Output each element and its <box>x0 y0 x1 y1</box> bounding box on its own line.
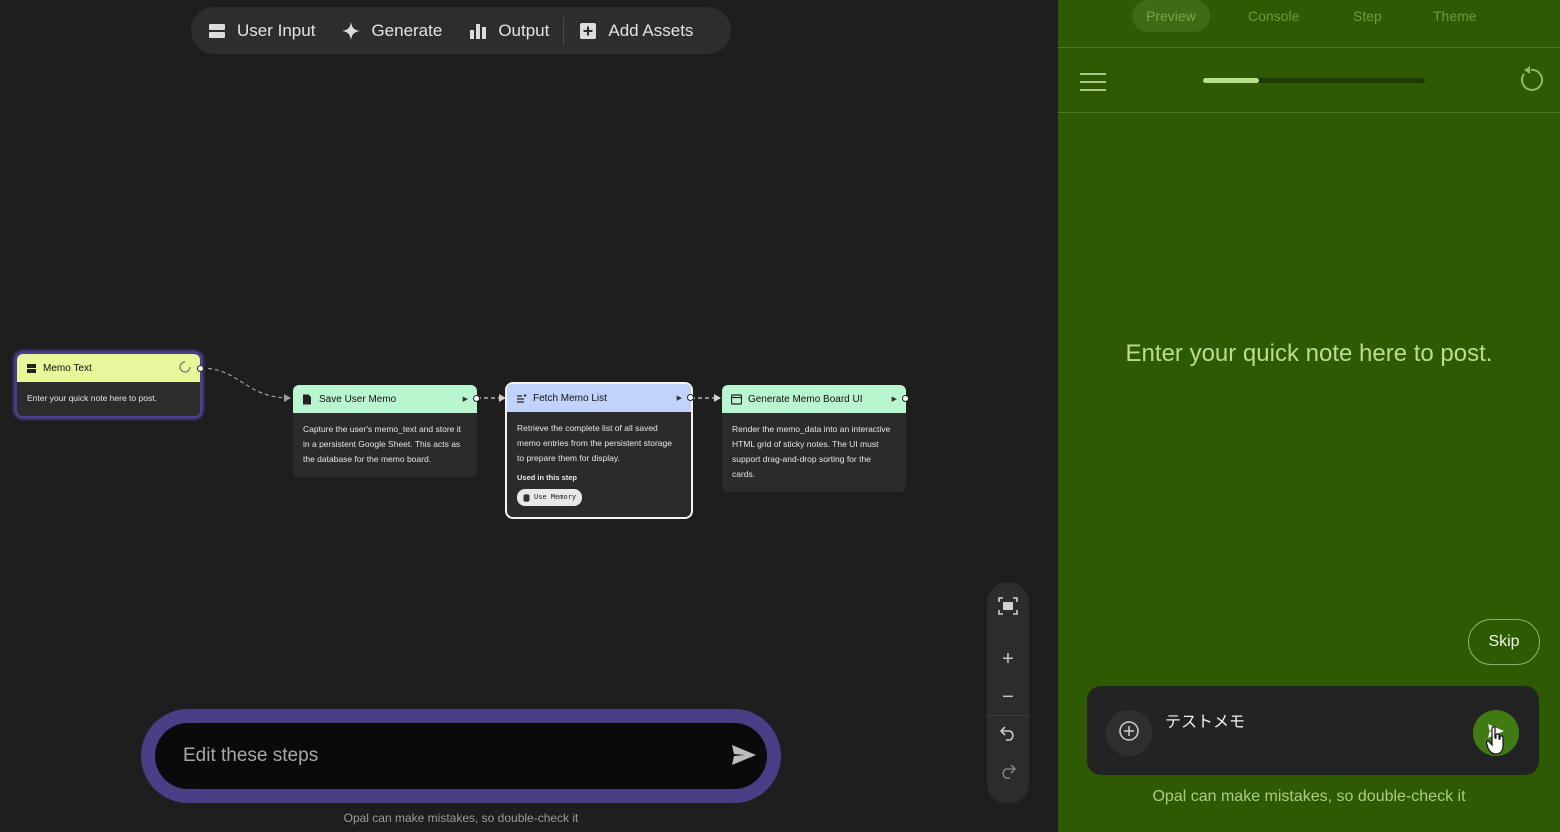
chip-label: Use Memory <box>534 493 577 501</box>
prompt-send-button[interactable] <box>729 742 759 772</box>
node-fetch-memo-list[interactable]: Fetch Memo List ▶ Retrieve the complete … <box>505 382 694 519</box>
send-icon <box>1487 723 1505 744</box>
output-port[interactable] <box>687 394 694 401</box>
document-icon <box>302 394 313 405</box>
tab-preview[interactable]: Preview <box>1132 0 1210 32</box>
database-icon <box>523 493 530 502</box>
step-question: Enter your quick note here to post. <box>1125 340 1493 367</box>
zoom-out-button[interactable]: − <box>987 682 1029 712</box>
zoom-out-icon: − <box>1002 685 1014 708</box>
add-assets-label: Add Assets <box>608 20 694 40</box>
run-step-icon[interactable]: ▶ <box>677 394 682 402</box>
redo-icon <box>999 762 1017 785</box>
node-header: Fetch Memo List ▶ <box>507 384 691 412</box>
output-icon <box>468 21 488 41</box>
chat-input-box <box>1087 686 1539 775</box>
canvas-toolbar: User Input Generate Output Add Assets <box>191 7 731 54</box>
restart-button[interactable] <box>1516 65 1546 95</box>
menu-button[interactable] <box>1080 67 1108 95</box>
redo-button[interactable] <box>987 758 1029 788</box>
add-circle-icon <box>1118 720 1140 747</box>
node-body: Enter your quick note here to post. <box>27 393 157 403</box>
zoom-in-icon: + <box>1002 647 1014 670</box>
skip-button[interactable]: Skip <box>1468 619 1540 665</box>
toolbar-divider <box>563 16 565 45</box>
node-header: Memo Text <box>17 354 200 382</box>
node-description: Retrieve the complete list of all saved … <box>517 423 672 463</box>
loading-spinner-icon <box>179 360 191 376</box>
workflow-canvas[interactable]: User Input Generate Output Add Assets Me… <box>0 0 1058 832</box>
generate-label: Generate <box>371 20 443 40</box>
zoom-in-button[interactable]: + <box>987 644 1029 674</box>
run-step-icon[interactable]: ▶ <box>463 395 468 403</box>
tab-step[interactable]: Step <box>1339 0 1396 32</box>
menu-icon <box>1080 73 1106 75</box>
web-page-icon <box>731 393 742 405</box>
used-in-step-label: Used in this step <box>517 473 578 482</box>
node-generate-memo-board-ui[interactable]: Generate Memo Board UI ▶ Render the memo… <box>722 385 909 492</box>
disclaimer-text: Opal can make mistakes, so double-check … <box>1152 788 1466 805</box>
tab-console[interactable]: Console <box>1234 0 1313 32</box>
sparkle-icon <box>341 21 361 41</box>
prompt-field-container <box>155 723 767 789</box>
add-assets-button[interactable]: Add Assets <box>578 7 693 54</box>
generate-button[interactable]: Generate <box>341 7 442 54</box>
list-sparkle-icon <box>516 393 527 404</box>
node-title: Memo Text <box>43 362 92 374</box>
output-button[interactable]: Output <box>468 7 549 54</box>
preview-panel: Preview Console Step Theme Enter your qu… <box>1058 0 1560 832</box>
chat-send-button[interactable] <box>1473 710 1519 756</box>
node-memo-text[interactable]: Memo Text Enter your quick note here to … <box>17 354 204 416</box>
output-port[interactable] <box>197 365 204 372</box>
node-title: Fetch Memo List <box>533 392 607 404</box>
node-body: Render the memo_data into an interactive… <box>732 424 891 479</box>
node-header: Generate Memo Board UI ▶ <box>722 385 906 413</box>
node-body: Retrieve the complete list of all saved … <box>507 412 691 516</box>
user-input-label: User Input <box>237 20 316 40</box>
use-memory-chip[interactable]: Use Memory <box>517 489 583 506</box>
chat-input[interactable] <box>1165 708 1465 732</box>
zoom-controls: + − <box>987 582 1029 804</box>
node-header: Save User Memo ▶ <box>293 385 477 413</box>
run-step-icon[interactable]: ▶ <box>892 395 897 403</box>
output-port[interactable] <box>902 395 909 402</box>
node-body: Capture the user's memo_text and store i… <box>303 424 462 464</box>
zoom-divider <box>987 715 1029 716</box>
edit-steps-input[interactable] <box>183 743 683 769</box>
fit-view-button[interactable] <box>987 594 1029 624</box>
progress-bar <box>1203 78 1425 83</box>
user-input-button[interactable]: User Input <box>207 7 315 54</box>
send-icon <box>731 744 757 771</box>
panel-tabs: Preview Console Step Theme <box>1058 0 1560 48</box>
progress-fill <box>1203 78 1259 83</box>
undo-icon <box>999 724 1017 747</box>
refresh-icon <box>1516 66 1546 99</box>
add-attachment-button[interactable] <box>1106 710 1152 756</box>
fit-view-icon <box>998 597 1018 621</box>
input-node-icon <box>26 363 37 374</box>
add-box-icon <box>578 21 598 41</box>
tab-theme[interactable]: Theme <box>1419 0 1491 32</box>
output-label: Output <box>498 20 550 40</box>
edit-steps-prompt <box>141 709 781 803</box>
undo-button[interactable] <box>987 720 1029 750</box>
disclaimer-text: Opal can make mistakes, so double-check … <box>343 811 579 825</box>
preview-header <box>1058 49 1560 113</box>
user-input-icon <box>207 21 227 41</box>
node-save-user-memo[interactable]: Save User Memo ▶ Capture the user's memo… <box>293 385 480 477</box>
node-title: Generate Memo Board UI <box>748 393 863 405</box>
output-port[interactable] <box>473 395 480 402</box>
node-title: Save User Memo <box>319 393 397 405</box>
